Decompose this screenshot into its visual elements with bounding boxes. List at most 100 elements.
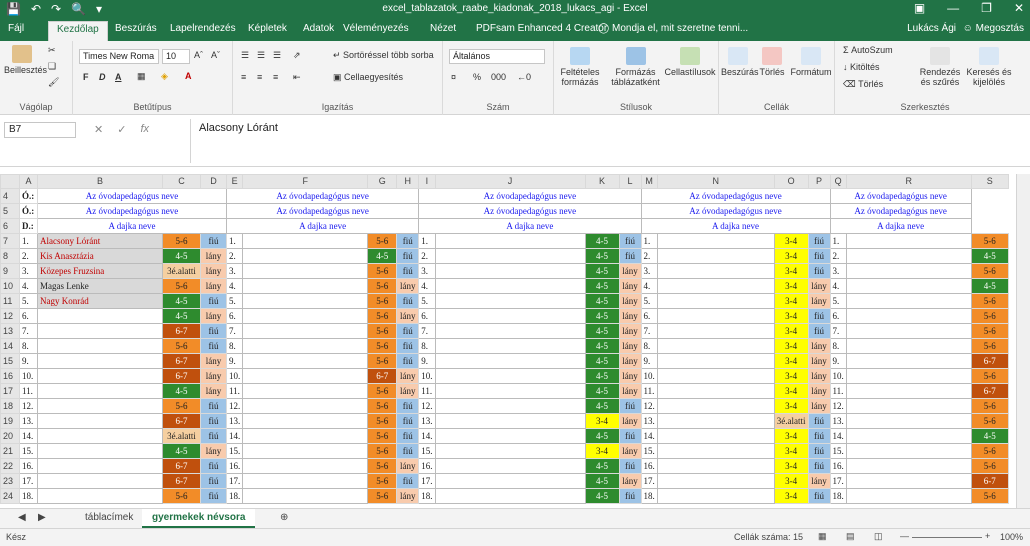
gender-cell[interactable]: lány bbox=[807, 368, 831, 384]
age-group-cell[interactable]: 6-7 bbox=[970, 473, 1009, 489]
gender-cell[interactable]: lány bbox=[396, 278, 420, 294]
tab-view[interactable]: Nézet bbox=[430, 23, 456, 34]
row-number[interactable]: 16. bbox=[418, 458, 436, 474]
row-number[interactable]: 7. bbox=[829, 323, 847, 339]
age-group-cell[interactable]: 3é.alatti bbox=[162, 263, 201, 279]
worksheet-grid[interactable]: ABCDEFGHIJKLMNOPQRS 4 Ó.: Az óvodapedagógu… bbox=[0, 174, 1016, 508]
row-number[interactable]: 17. bbox=[640, 473, 658, 489]
child-name-cell[interactable] bbox=[37, 383, 163, 399]
tab-file[interactable]: Fájl bbox=[8, 23, 24, 34]
minimize-icon[interactable]: — bbox=[947, 1, 959, 15]
row-number[interactable]: 15. bbox=[225, 443, 244, 459]
row-number[interactable]: 11. bbox=[225, 383, 244, 399]
row-number[interactable]: 8. bbox=[225, 338, 244, 354]
child-name-cell[interactable] bbox=[37, 353, 163, 369]
age-group-cell[interactable]: 3-4 bbox=[773, 353, 809, 369]
gender-cell[interactable]: fiú bbox=[807, 413, 831, 429]
align-middle-icon[interactable]: ☰ bbox=[257, 50, 265, 61]
gender-cell[interactable]: lány bbox=[396, 488, 420, 504]
child-name-cell[interactable] bbox=[242, 413, 369, 429]
child-name-cell[interactable]: Magas Lenke bbox=[37, 278, 163, 294]
age-group-cell[interactable]: 4-5 bbox=[584, 458, 620, 474]
row-number[interactable]: 10. bbox=[19, 368, 38, 384]
col-header[interactable]: I bbox=[418, 174, 436, 189]
gender-cell[interactable]: fiú bbox=[807, 248, 831, 264]
row-number[interactable]: 6. bbox=[640, 308, 658, 324]
child-name-cell[interactable] bbox=[434, 443, 586, 459]
merge-button[interactable]: ▣ Cellaegyesítés bbox=[333, 72, 403, 83]
copy-icon[interactable]: ❏ bbox=[48, 61, 56, 72]
child-name-cell[interactable] bbox=[656, 233, 775, 249]
gender-cell[interactable]: fiú bbox=[807, 458, 831, 474]
row-number[interactable]: 8. bbox=[829, 338, 847, 354]
child-name-cell[interactable] bbox=[242, 443, 369, 459]
age-group-cell[interactable]: 6-7 bbox=[970, 353, 1009, 369]
gender-cell[interactable]: fiú bbox=[618, 248, 642, 264]
child-name-cell[interactable] bbox=[434, 428, 586, 444]
age-group-cell[interactable]: 5-6 bbox=[970, 263, 1009, 279]
row-number[interactable]: 18. bbox=[19, 488, 38, 504]
age-group-cell[interactable]: 5-6 bbox=[970, 323, 1009, 339]
insert-cells-button[interactable]: Beszúrás bbox=[721, 47, 759, 77]
row-number[interactable]: 15. bbox=[418, 443, 436, 459]
zoom-out-icon[interactable]: — bbox=[900, 531, 909, 541]
cell-styles-button[interactable]: Cellastílusok bbox=[664, 47, 716, 77]
row-number[interactable]: 15. bbox=[829, 443, 847, 459]
child-name-cell[interactable] bbox=[845, 473, 972, 489]
sheet-tab-tablacimek[interactable]: táblacímek bbox=[75, 509, 143, 528]
col-header[interactable]: O bbox=[773, 174, 809, 189]
age-group-cell[interactable]: 6-7 bbox=[367, 368, 398, 384]
gender-cell[interactable]: lány bbox=[396, 383, 420, 399]
age-group-cell[interactable]: 5-6 bbox=[367, 293, 398, 309]
gender-cell[interactable]: fiú bbox=[200, 413, 227, 429]
code-cell[interactable]: Ó.: bbox=[19, 188, 38, 204]
row-number[interactable]: 3. bbox=[829, 263, 847, 279]
font-color-icon[interactable]: A bbox=[185, 71, 192, 81]
align-center-icon[interactable]: ≡ bbox=[257, 72, 262, 82]
child-name-cell[interactable] bbox=[845, 293, 972, 309]
row-number[interactable]: 5. bbox=[418, 293, 436, 309]
age-group-cell[interactable]: 3-4 bbox=[584, 443, 620, 459]
row-number[interactable]: 5. bbox=[829, 293, 847, 309]
child-name-cell[interactable] bbox=[845, 443, 972, 459]
row-header[interactable]: 7 bbox=[0, 233, 20, 249]
child-name-cell[interactable] bbox=[434, 353, 586, 369]
add-sheet-icon[interactable]: ⊕ bbox=[270, 509, 298, 528]
child-name-cell[interactable] bbox=[37, 413, 163, 429]
indent-icon[interactable]: ⇤ bbox=[293, 72, 301, 83]
col-header[interactable]: K bbox=[584, 174, 620, 189]
row-header[interactable]: 10 bbox=[0, 278, 20, 294]
zoom-slider[interactable] bbox=[912, 537, 982, 538]
age-group-cell[interactable]: 5-6 bbox=[367, 383, 398, 399]
gender-cell[interactable]: lány bbox=[618, 413, 642, 429]
child-name-cell[interactable] bbox=[845, 233, 972, 249]
row-number[interactable]: 2. bbox=[19, 248, 38, 264]
cancel-icon[interactable]: ✕ bbox=[94, 123, 103, 136]
age-group-cell[interactable]: 6-7 bbox=[162, 323, 201, 339]
age-group-cell[interactable]: 6-7 bbox=[162, 473, 201, 489]
gender-cell[interactable]: fiú bbox=[200, 323, 227, 339]
age-group-cell[interactable]: 3-4 bbox=[584, 413, 620, 429]
gender-cell[interactable]: fiú bbox=[200, 293, 227, 309]
gender-cell[interactable]: fiú bbox=[807, 443, 831, 459]
group-header-cell[interactable]: A dajka neve bbox=[640, 218, 831, 234]
tab-review[interactable]: Véleményezés bbox=[343, 23, 409, 34]
col-header[interactable]: N bbox=[656, 174, 775, 189]
child-name-cell[interactable] bbox=[656, 443, 775, 459]
row-number[interactable]: 11. bbox=[19, 383, 38, 399]
orientation-icon[interactable]: ⇗ bbox=[293, 50, 301, 61]
gender-cell[interactable]: lány bbox=[618, 353, 642, 369]
child-name-cell[interactable] bbox=[656, 473, 775, 489]
row-number[interactable]: 5. bbox=[225, 293, 244, 309]
group-header-cell[interactable]: Az óvodapedagógus neve bbox=[37, 203, 227, 219]
tab-home[interactable]: Kezdőlap bbox=[48, 21, 108, 41]
child-name-cell[interactable] bbox=[845, 398, 972, 414]
row-number[interactable]: 2. bbox=[829, 248, 847, 264]
child-name-cell[interactable] bbox=[434, 473, 586, 489]
child-name-cell[interactable] bbox=[434, 383, 586, 399]
age-group-cell[interactable]: 3-4 bbox=[773, 293, 809, 309]
row-number[interactable]: 17. bbox=[418, 473, 436, 489]
gender-cell[interactable]: fiú bbox=[618, 233, 642, 249]
child-name-cell[interactable] bbox=[37, 368, 163, 384]
align-bottom-icon[interactable]: ☰ bbox=[273, 50, 281, 61]
